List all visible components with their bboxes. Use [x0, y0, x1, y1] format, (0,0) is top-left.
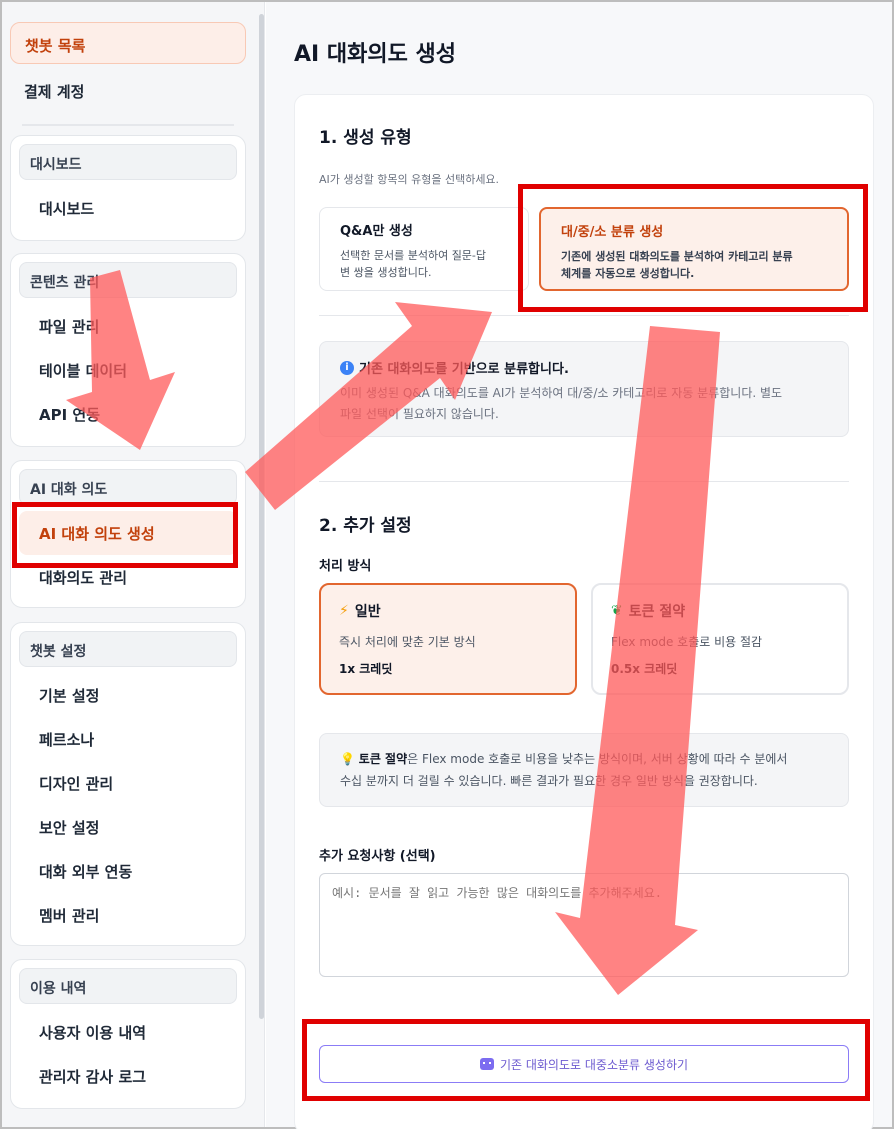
sidebar-item-file-management[interactable]: 파일 관리 — [19, 304, 237, 348]
sidebar-group-dashboard: 대시보드 대시보드 — [10, 135, 246, 241]
sidebar-item-member-management[interactable]: 멤버 관리 — [19, 893, 237, 937]
sidebar-item-persona[interactable]: 페르소나 — [19, 717, 237, 761]
sidebar-item-design-management[interactable]: 디자인 관리 — [19, 761, 237, 805]
mode-credit: 1x 크레딧 — [339, 662, 393, 676]
option-title: 대/중/소 분류 생성 — [561, 225, 664, 240]
sidebar-item-billing-account[interactable]: 결제 계정 — [10, 69, 246, 111]
sidebar-item-ai-intent-generation[interactable]: AI 대화 의도 생성 — [19, 511, 237, 555]
sidebar-item-table-data[interactable]: 테이블 데이터 — [19, 348, 237, 392]
sidebar-item-security-settings[interactable]: 보안 설정 — [19, 805, 237, 849]
tip-strong: 토큰 절약 — [358, 752, 408, 766]
sidebar-item-basic-settings[interactable]: 기본 설정 — [19, 673, 237, 717]
sidebar-group-title: 이용 내역 — [19, 968, 237, 1004]
divider — [319, 315, 849, 316]
generation-type-hint: AI가 생성할 항목의 유형을 선택하세요. — [319, 173, 500, 186]
processing-mode-label: 처리 방식 — [319, 559, 372, 574]
sidebar-group-title: 대시보드 — [19, 144, 237, 180]
additional-request-label: 추가 요청사항 (선택) — [319, 849, 436, 864]
sidebar-group-contents: 콘텐츠 관리 파일 관리 테이블 데이터 API 연동 — [10, 253, 246, 447]
sidebar-group-title: 콘텐츠 관리 — [19, 262, 237, 298]
option-desc: 변 쌍을 생성합니다. — [340, 266, 432, 279]
sidebar: 챗봇 목록 결제 계정 대시보드 대시보드 콘텐츠 관리 파일 관리 테이블 데… — [2, 2, 265, 1127]
sidebar-scrollbar[interactable] — [259, 14, 264, 1019]
mode-normal[interactable]: ⚡ 일반 즉시 처리에 맞춘 기본 방식 1x 크레딧 — [319, 583, 577, 695]
mode-desc: Flex mode 호출로 비용 절감 — [611, 635, 763, 649]
mode-title: 일반 — [354, 604, 381, 620]
page-title: AI 대화의도 생성 — [294, 42, 456, 67]
tip-text: 수십 분까지 더 걸릴 수 있습니다. 빠른 결과가 필요한 경우 일반 방식을… — [340, 774, 758, 788]
lightbulb-icon: 💡 — [340, 752, 355, 766]
divider — [319, 481, 849, 482]
form-card: 1. 생성 유형 AI가 생성할 항목의 유형을 선택하세요. Q&A만 생성 … — [294, 94, 874, 1129]
lightning-icon: ⚡ — [339, 603, 349, 619]
generate-classification-button[interactable]: 기존 대화의도로 대중소분류 생성하기 — [319, 1045, 849, 1083]
info-body: 파일 선택이 필요하지 않습니다. — [340, 407, 499, 421]
info-body: 이미 생성된 Q&A 대화의도를 AI가 분석하여 대/중/소 카테고리로 자동… — [340, 386, 783, 400]
section-title-generation-type: 1. 생성 유형 — [319, 128, 412, 148]
sidebar-group-title: AI 대화 의도 — [19, 469, 237, 505]
sidebar-divider — [22, 124, 234, 126]
option-category-classification[interactable]: 대/중/소 분류 생성 기존에 생성된 대화의도를 분석하여 카테고리 분류 체… — [539, 207, 849, 291]
sidebar-item-api-integration[interactable]: API 연동 — [19, 392, 237, 436]
sidebar-item-dashboard[interactable]: 대시보드 — [19, 186, 237, 230]
mode-credit: 0.5x 크레딧 — [611, 662, 678, 676]
tip-text: 은 Flex mode 호출로 비용을 낮추는 방식이며, 서버 상황에 따라 … — [407, 752, 788, 766]
classification-info-box: i 기존 대화의도를 기반으로 분류합니다. 이미 생성된 Q&A 대화의도를 A… — [319, 341, 849, 437]
sidebar-item-user-usage[interactable]: 사용자 이용 내역 — [19, 1010, 237, 1054]
section-title-additional-settings: 2. 추가 설정 — [319, 516, 412, 536]
option-desc: 기존에 생성된 대화의도를 분석하여 카테고리 분류 — [561, 250, 793, 263]
token-saving-tip: 💡 토큰 절약은 Flex mode 호출로 비용을 낮추는 방식이며, 서버 … — [319, 733, 849, 807]
sidebar-group-usage: 이용 내역 사용자 이용 내역 관리자 감사 로그 — [10, 959, 246, 1109]
mode-desc: 즉시 처리에 맞춘 기본 방식 — [339, 635, 476, 649]
mode-token-saving[interactable]: ❦ 토큰 절약 Flex mode 호출로 비용 절감 0.5x 크레딧 — [591, 583, 849, 695]
additional-request-input[interactable] — [319, 873, 849, 977]
sidebar-group-title: 챗봇 설정 — [19, 631, 237, 667]
mode-title: 토큰 절약 — [628, 604, 686, 620]
option-desc: 체계를 자동으로 생성합니다. — [561, 267, 695, 280]
sidebar-group-chatbot-settings: 챗봇 설정 기본 설정 페르소나 디자인 관리 보안 설정 대화 외부 연동 멤… — [10, 622, 246, 946]
sidebar-item-external-integration[interactable]: 대화 외부 연동 — [19, 849, 237, 893]
generate-button-label: 기존 대화의도로 대중소분류 생성하기 — [499, 1057, 689, 1072]
option-qa-only[interactable]: Q&A만 생성 선택한 문서를 분석하여 질문-답 변 쌍을 생성합니다. — [319, 207, 529, 291]
option-desc: 선택한 문서를 분석하여 질문-답 — [340, 249, 487, 262]
sidebar-item-admin-audit-log[interactable]: 관리자 감사 로그 — [19, 1054, 237, 1098]
leaf-icon: ❦ — [611, 603, 623, 619]
sidebar-item-intent-management[interactable]: 대화의도 관리 — [19, 555, 237, 599]
option-title: Q&A만 생성 — [340, 224, 413, 239]
info-heading: 기존 대화의도를 기반으로 분류합니다. — [359, 362, 569, 377]
info-icon: i — [340, 360, 354, 375]
main-content: AI 대화의도 생성 1. 생성 유형 AI가 생성할 항목의 유형을 선택하세… — [266, 2, 892, 1129]
sidebar-item-chatbot-list[interactable]: 챗봇 목록 — [10, 22, 246, 64]
sidebar-group-ai-intent: AI 대화 의도 AI 대화 의도 생성 대화의도 관리 — [10, 460, 246, 608]
robot-icon — [479, 1058, 494, 1070]
